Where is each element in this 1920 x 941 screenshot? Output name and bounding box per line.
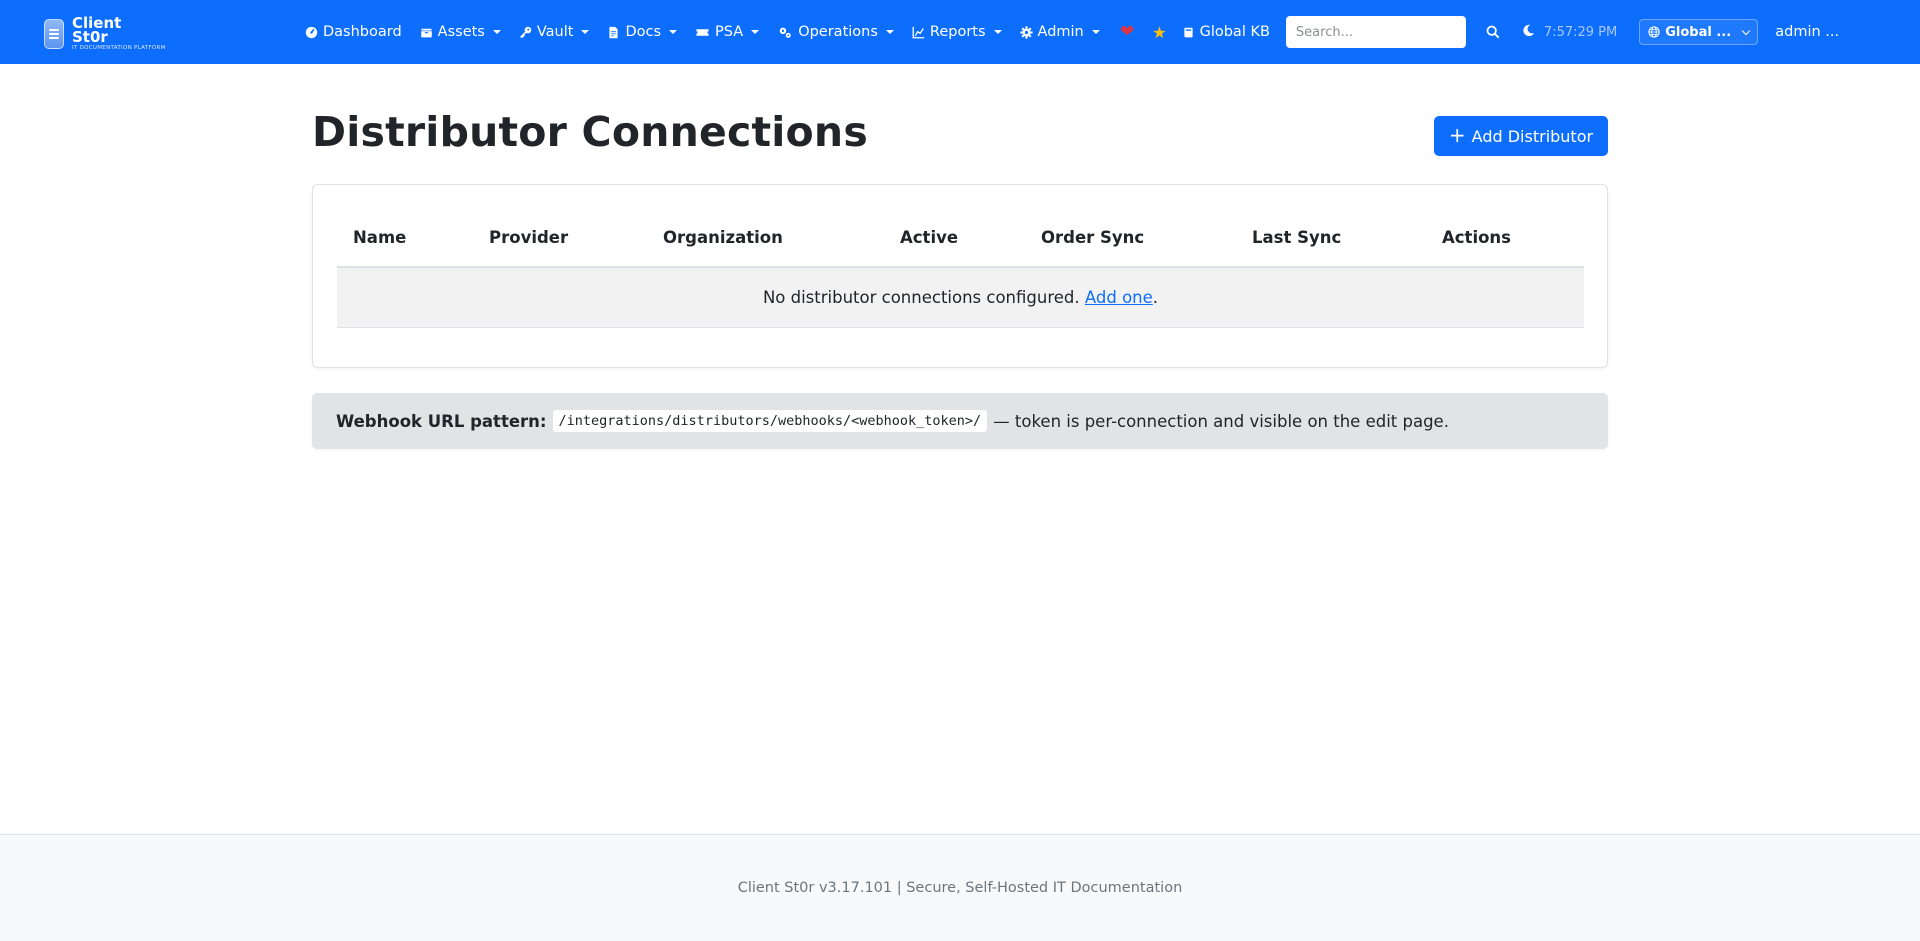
gauge-icon: [305, 26, 318, 38]
empty-state-cell: No distributor connections configured. A…: [337, 267, 1584, 328]
user-menu[interactable]: admin ...: [1775, 24, 1839, 40]
top-navbar: Client St0r IT DOCUMENTATION PLATFORM Da…: [0, 0, 1920, 64]
chevron-down-icon: [492, 30, 501, 34]
add-one-link[interactable]: Add one: [1085, 288, 1153, 307]
nav-dashboard[interactable]: Dashboard: [296, 0, 411, 64]
nav-assets-label: Assets: [437, 24, 485, 40]
nav-admin[interactable]: Admin: [1011, 0, 1109, 64]
nav-operations[interactable]: Operations: [768, 0, 903, 64]
nav-docs[interactable]: Docs: [598, 0, 686, 64]
page-footer: Client St0r v3.17.101 | Secure, Self-Hos…: [0, 834, 1920, 941]
column-header-provider: Provider: [473, 209, 647, 268]
box-icon: [420, 27, 432, 37]
nav-psa[interactable]: PSA: [686, 0, 768, 64]
webhook-info-alert: Webhook URL pattern: /integrations/distr…: [312, 393, 1608, 449]
chevron-down-icon: [1091, 30, 1100, 34]
nav-reports-label: Reports: [929, 24, 986, 40]
column-header-last-sync: Last Sync: [1236, 209, 1426, 268]
chart-icon: [912, 26, 925, 38]
footer-text: Client St0r v3.17.101 | Secure, Self-Hos…: [737, 880, 1183, 896]
clock-display: 7:57:29 PM: [1543, 24, 1618, 40]
brand-logo-icon: [44, 19, 64, 49]
search-icon: [1486, 25, 1500, 39]
column-header-actions: Actions: [1426, 209, 1584, 268]
nav-right-tools: ❤ ★ Global KB 7:57:29 PM Global ... admi…: [1120, 0, 1839, 64]
page-title: Distributor Connections: [312, 108, 868, 156]
table-header-row: Name Provider Organization Active Order …: [337, 209, 1584, 268]
add-distributor-label: Add Distributor: [1471, 126, 1594, 146]
brand-name-line2: St0r: [72, 28, 108, 47]
nav-admin-label: Admin: [1037, 24, 1084, 40]
brand-tagline: IT DOCUMENTATION PLATFORM: [72, 45, 166, 52]
chevron-down-icon: [993, 30, 1002, 34]
nav-operations-label: Operations: [798, 24, 878, 40]
empty-state-suffix: .: [1152, 287, 1159, 307]
column-header-organization: Organization: [647, 209, 884, 268]
column-header-active: Active: [884, 209, 1025, 268]
chevron-down-icon: [751, 30, 760, 34]
brand-logo-link[interactable]: Client St0r IT DOCUMENTATION PLATFORM: [44, 16, 166, 52]
star-icon[interactable]: ★: [1152, 23, 1166, 42]
gear-icon: [1019, 25, 1033, 39]
webhook-label: Webhook URL pattern:: [336, 411, 547, 431]
nav-vault-label: Vault: [536, 24, 574, 40]
moon-icon[interactable]: [1522, 24, 1535, 41]
webhook-note: — token is per-connection and visible on…: [993, 411, 1449, 431]
nav-assets[interactable]: Assets: [411, 0, 510, 64]
nav-dashboard-label: Dashboard: [323, 24, 402, 40]
chevron-down-icon: [1741, 26, 1751, 35]
org-scope-select[interactable]: Global ...: [1639, 19, 1759, 45]
heart-icon[interactable]: ❤: [1120, 22, 1134, 42]
table-row-empty: No distributor connections configured. A…: [337, 267, 1584, 328]
distributors-table: Name Provider Organization Active Order …: [337, 209, 1584, 328]
nav-psa-label: PSA: [715, 24, 744, 40]
ticket-icon: [696, 28, 709, 36]
global-kb-link[interactable]: Global KB: [1183, 24, 1270, 40]
webhook-pattern: /integrations/distributors/webhooks/<web…: [552, 410, 988, 432]
distributors-card: Name Provider Organization Active Order …: [312, 184, 1608, 368]
gears-icon: [779, 27, 791, 38]
document-icon: [609, 26, 619, 38]
plus-icon: +: [1448, 123, 1466, 147]
globe-icon: [1648, 26, 1660, 38]
chevron-down-icon: [669, 30, 678, 34]
nav-docs-label: Docs: [625, 24, 662, 40]
nav-reports[interactable]: Reports: [903, 0, 1011, 64]
empty-state-text: No distributor connections configured.: [762, 287, 1080, 307]
column-header-name: Name: [337, 209, 473, 268]
search-button[interactable]: [1482, 21, 1504, 43]
search-input[interactable]: [1285, 16, 1466, 48]
chevron-down-icon: [581, 30, 590, 34]
global-kb-label: Global KB: [1199, 24, 1270, 40]
chevron-down-icon: [885, 30, 894, 34]
key-icon: [519, 26, 532, 38]
nav-vault[interactable]: Vault: [510, 0, 599, 64]
column-header-order-sync: Order Sync: [1025, 209, 1236, 268]
main-nav: Dashboard Assets Vault Docs PSA Operatio…: [296, 0, 1109, 64]
book-icon: [1183, 27, 1193, 37]
org-scope-value: Global ...: [1665, 24, 1732, 40]
add-distributor-button[interactable]: + Add Distributor: [1434, 116, 1608, 156]
